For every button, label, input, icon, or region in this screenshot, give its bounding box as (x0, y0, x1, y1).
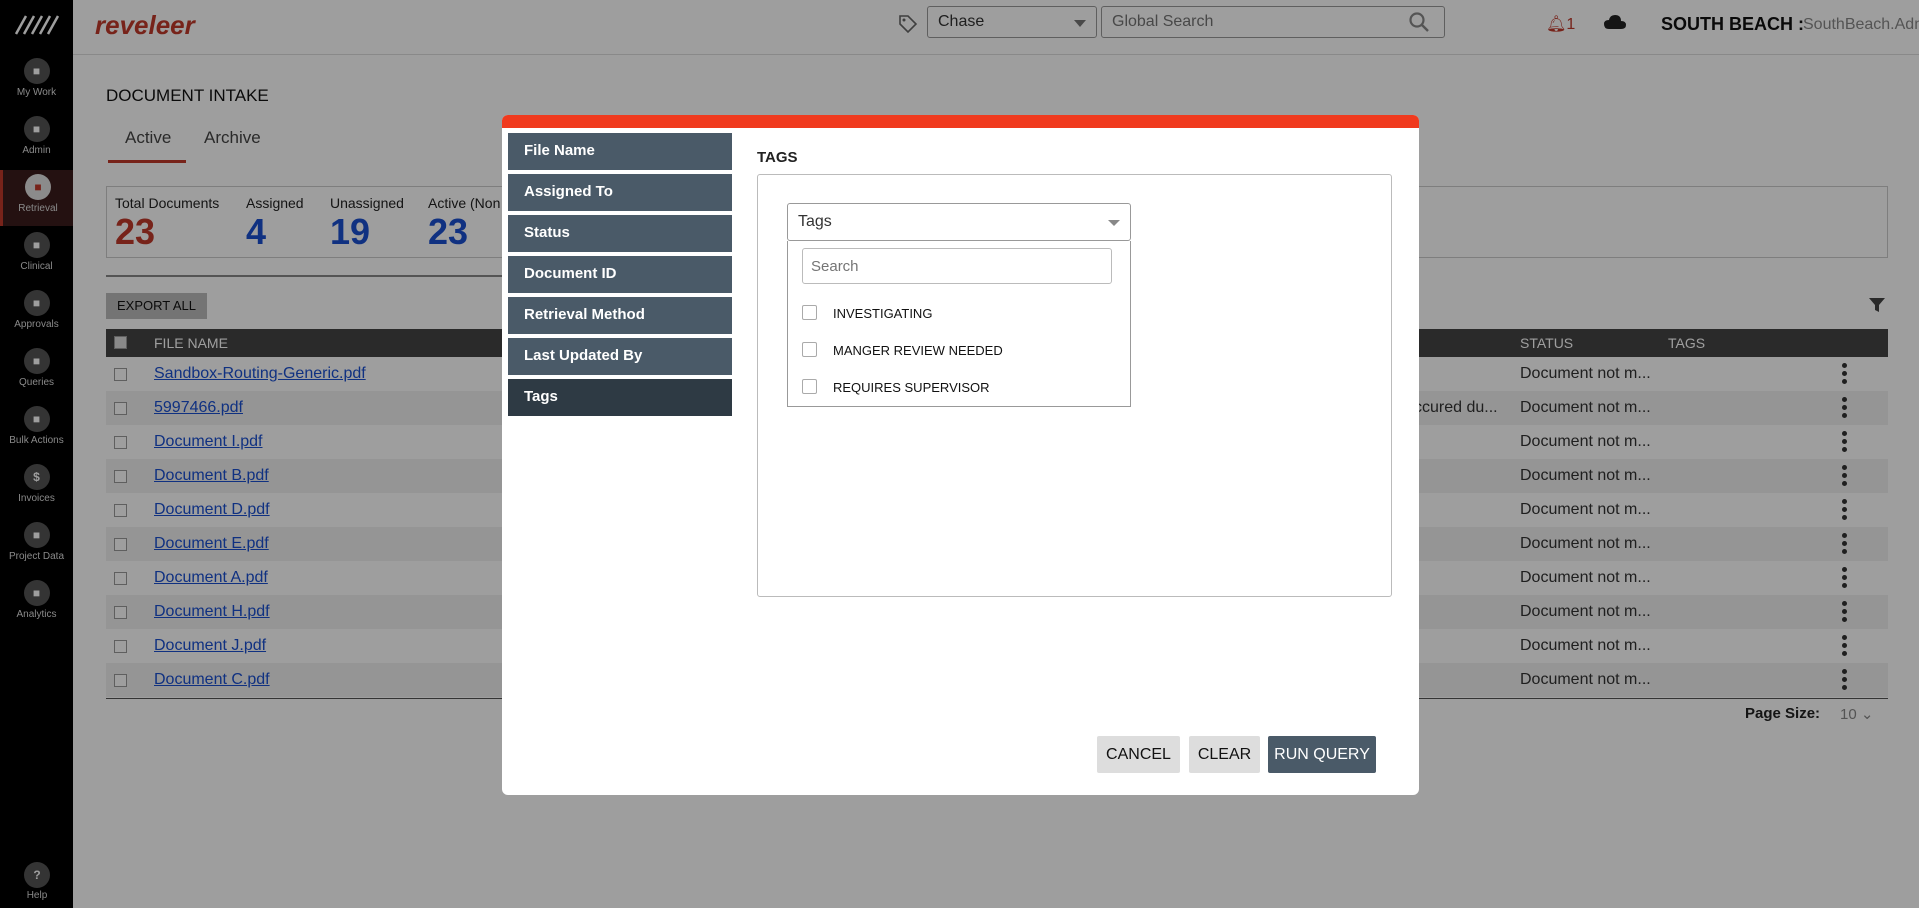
chevron-down-icon (1108, 220, 1120, 226)
tags-select[interactable]: Tags (787, 203, 1131, 241)
cancel-button[interactable]: CANCEL (1097, 736, 1180, 773)
filter-menu-assigned-to[interactable]: Assigned To (508, 174, 732, 211)
filter-menu-tags[interactable]: Tags (508, 379, 732, 416)
clear-button[interactable]: CLEAR (1189, 736, 1260, 773)
tag-option-checkbox[interactable] (802, 342, 817, 357)
tag-option-checkbox[interactable] (802, 305, 817, 320)
run-query-button[interactable]: RUN QUERY (1268, 736, 1376, 773)
filter-menu-retrieval-method[interactable]: Retrieval Method (508, 297, 732, 334)
filter-menu-file-name[interactable]: File Name (508, 133, 732, 170)
modal-accent-bar (502, 115, 1419, 128)
tag-option-label: INVESTIGATING (833, 306, 933, 321)
filter-menu-status[interactable]: Status (508, 215, 732, 252)
filter-menu-document-id[interactable]: Document ID (508, 256, 732, 293)
section-title: TAGS (757, 149, 798, 166)
query-modal: File Name Assigned To Status Document ID Ret… (502, 115, 1419, 795)
tag-search-input[interactable] (802, 248, 1112, 284)
filter-menu-last-updated-by[interactable]: Last Updated By (508, 338, 732, 375)
tags-dropdown: INVESTIGATING MANGER REVIEW NEEDED REQUIRE… (787, 241, 1131, 407)
tag-option-label: MANGER REVIEW NEEDED (833, 343, 1003, 358)
tag-option-checkbox[interactable] (802, 379, 817, 394)
tags-select-value: Tags (798, 213, 832, 230)
tag-option-label: REQUIRES SUPERVISOR (833, 380, 990, 395)
